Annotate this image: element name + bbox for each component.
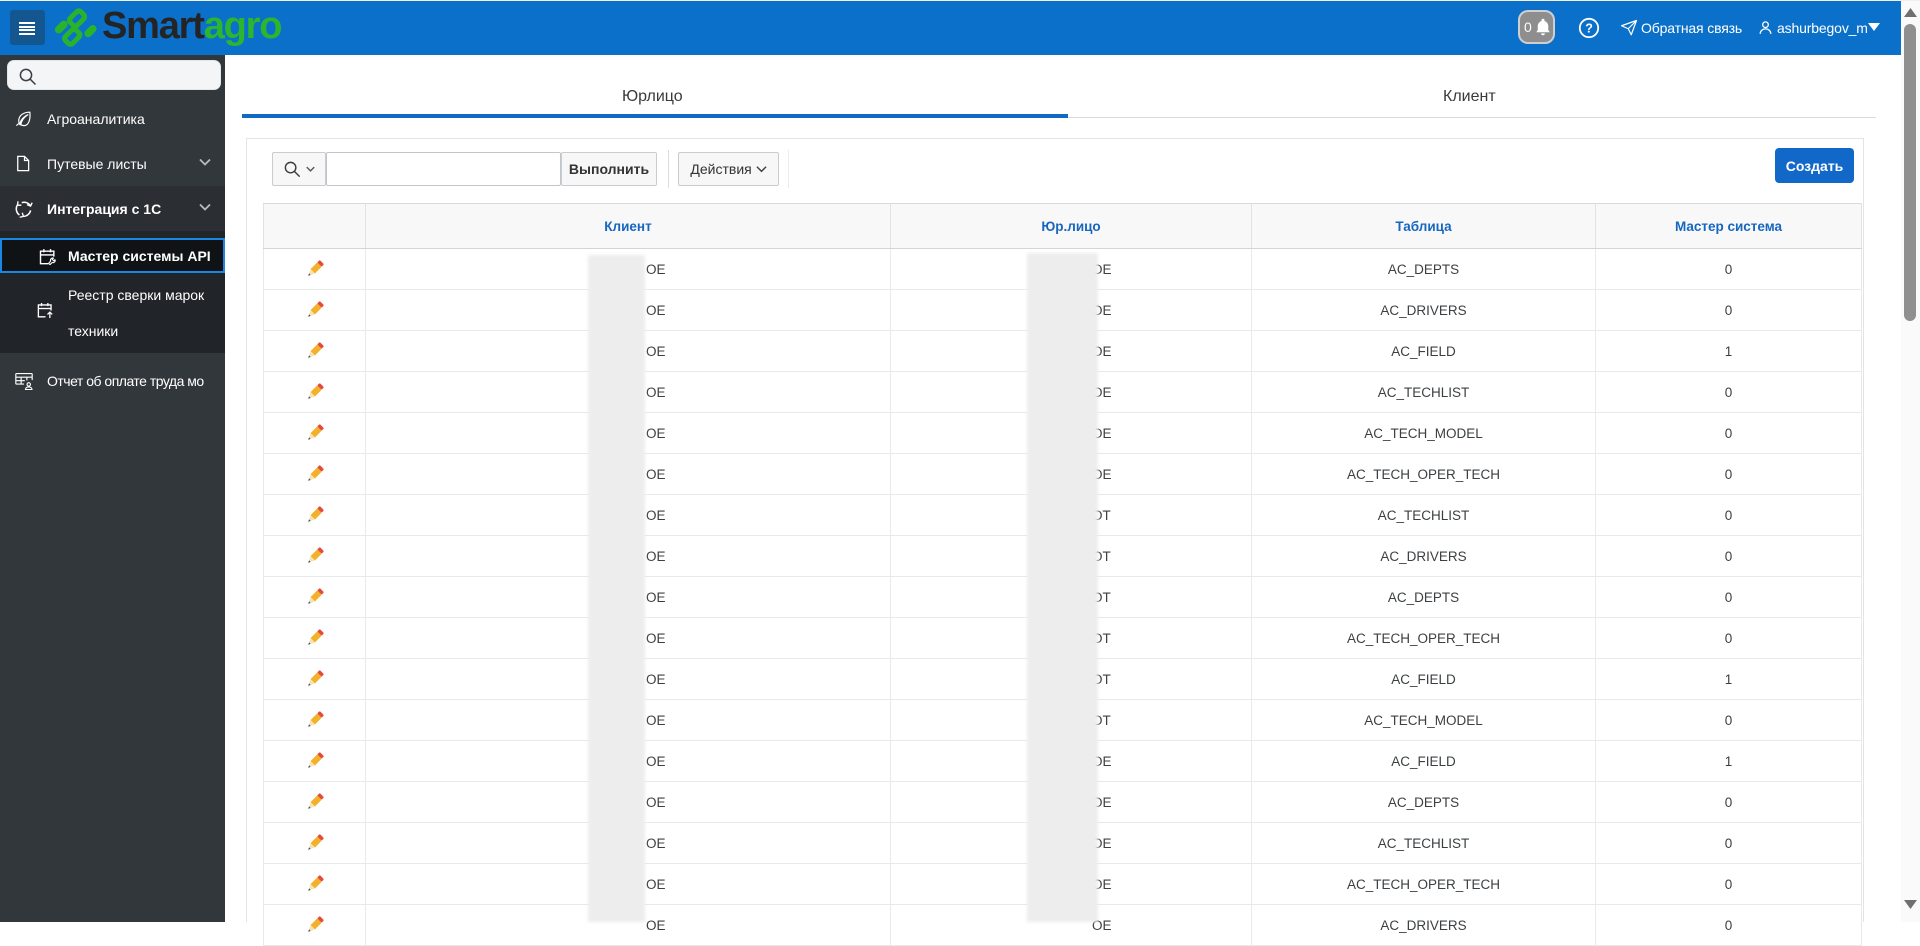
svg-text:?: ? [1585, 21, 1593, 35]
